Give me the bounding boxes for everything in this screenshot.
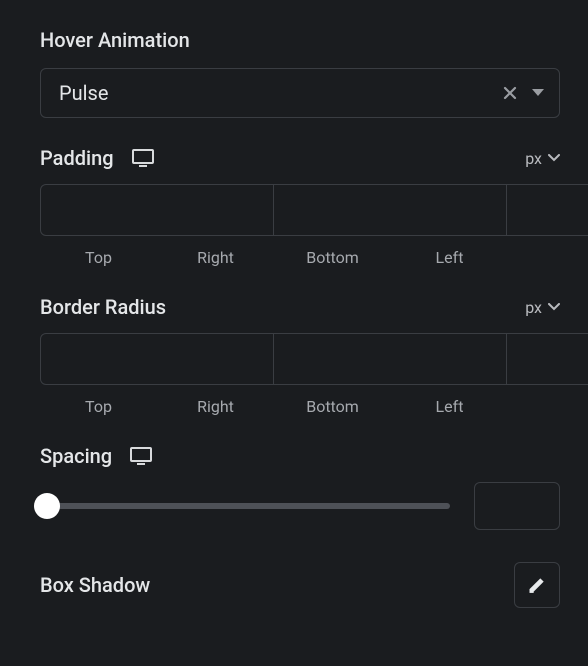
- spacing-section: Spacing: [40, 444, 560, 530]
- spacing-title: Spacing: [40, 444, 112, 468]
- slider-track: [40, 503, 450, 509]
- padding-bottom-input[interactable]: [507, 184, 588, 236]
- spacing-value-input[interactable]: [474, 482, 560, 530]
- padding-bottom-label: Bottom: [274, 248, 391, 267]
- desktop-icon[interactable]: [130, 447, 152, 465]
- padding-title: Padding: [40, 146, 114, 170]
- padding-unit-select[interactable]: px: [525, 149, 560, 168]
- hover-animation-section: Hover Animation Pulse: [40, 28, 560, 118]
- box-shadow-section: Box Shadow: [40, 562, 560, 608]
- border-radius-unit-label: px: [525, 298, 542, 317]
- padding-section: Padding px Top Right Bottom Left: [40, 146, 560, 267]
- border-radius-title: Border Radius: [40, 295, 166, 319]
- chevron-down-icon: [548, 154, 560, 162]
- padding-right-input[interactable]: [274, 184, 507, 236]
- padding-left-label: Left: [391, 248, 508, 267]
- border-radius-right-input[interactable]: [274, 333, 507, 385]
- hover-animation-value: Pulse: [59, 81, 108, 105]
- border-radius-top-input[interactable]: [40, 333, 274, 385]
- padding-unit-label: px: [525, 149, 542, 168]
- padding-labels: Top Right Bottom Left: [40, 248, 560, 267]
- chevron-down-icon: [548, 303, 560, 311]
- border-radius-right-label: Right: [157, 397, 274, 416]
- chevron-down-icon[interactable]: [531, 88, 545, 98]
- border-radius-unit-select[interactable]: px: [525, 298, 560, 317]
- desktop-icon[interactable]: [132, 149, 154, 167]
- padding-right-label: Right: [157, 248, 274, 267]
- padding-inputs: [40, 184, 560, 236]
- box-shadow-title: Box Shadow: [40, 573, 150, 597]
- clear-icon[interactable]: [503, 86, 517, 100]
- padding-top-label: Top: [40, 248, 157, 267]
- border-radius-bottom-label: Bottom: [274, 397, 391, 416]
- slider-thumb[interactable]: [34, 493, 60, 519]
- border-radius-inputs: [40, 333, 560, 385]
- pencil-icon: [527, 575, 547, 595]
- border-radius-labels: Top Right Bottom Left: [40, 397, 560, 416]
- border-radius-top-label: Top: [40, 397, 157, 416]
- border-radius-section: Border Radius px Top Right Bottom Left: [40, 295, 560, 416]
- box-shadow-edit-button[interactable]: [514, 562, 560, 608]
- border-radius-bottom-input[interactable]: [507, 333, 588, 385]
- spacing-slider[interactable]: [40, 492, 450, 520]
- padding-top-input[interactable]: [40, 184, 274, 236]
- hover-animation-title: Hover Animation: [40, 28, 560, 52]
- border-radius-left-label: Left: [391, 397, 508, 416]
- hover-animation-select[interactable]: Pulse: [40, 68, 560, 118]
